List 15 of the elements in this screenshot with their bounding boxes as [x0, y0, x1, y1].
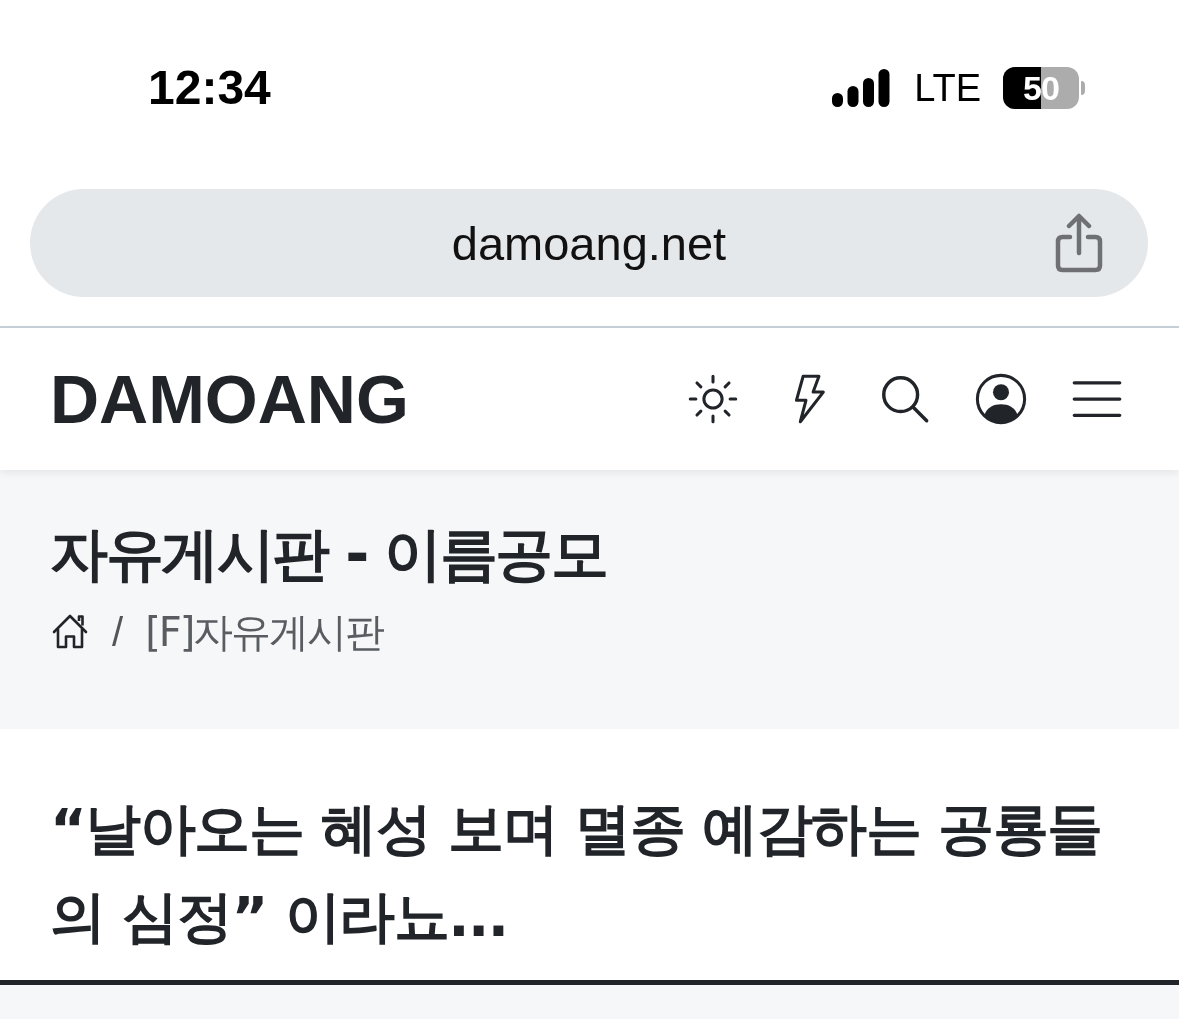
home-icon[interactable] — [52, 613, 88, 651]
signal-icon — [832, 69, 891, 107]
status-time: 12:34 — [148, 60, 271, 116]
share-icon[interactable] — [1055, 213, 1103, 273]
sun-icon[interactable] — [687, 373, 739, 425]
address-bar[interactable]: damoang.net — [30, 189, 1148, 297]
post-title: “날아오는 혜성 보며 멸종 예감하는 공룡들의 심정” 이라뇨... — [50, 795, 1103, 951]
board-title: 자유게시판 - 이름공모 — [50, 519, 608, 590]
search-icon[interactable] — [879, 373, 931, 425]
network-label: LTE — [914, 66, 981, 110]
user-icon[interactable] — [975, 373, 1027, 425]
breadcrumb-link[interactable]: [F]자유게시판 — [145, 604, 384, 660]
breadcrumb-separator: / — [112, 609, 124, 655]
site-logo[interactable]: DAMOANG — [50, 360, 409, 438]
url-text: damoang.net — [451, 215, 727, 271]
